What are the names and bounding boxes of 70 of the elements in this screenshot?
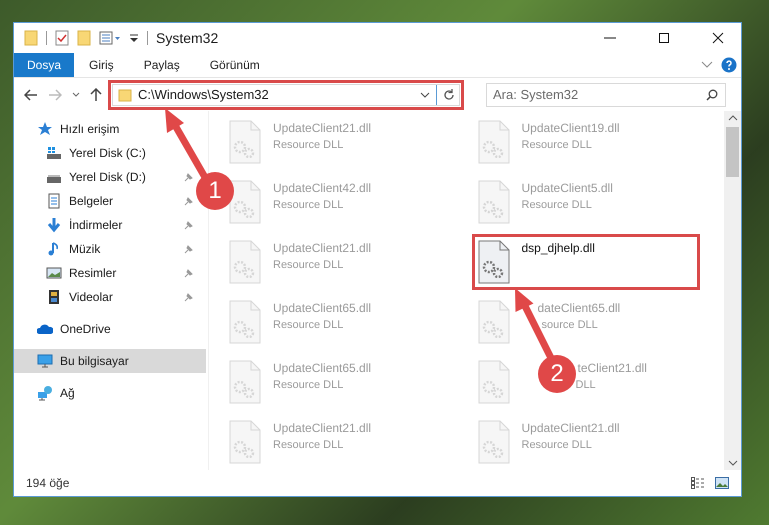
file-gears-icon[interactable] <box>227 180 263 224</box>
pin-icon[interactable] <box>184 244 194 254</box>
pin-icon[interactable] <box>184 220 194 230</box>
network-icon <box>37 385 53 401</box>
pictures-icon <box>46 265 62 281</box>
sidebar-item[interactable]: Belgeler <box>40 189 120 213</box>
file-type: Resource DLL <box>273 138 344 153</box>
dropdown-icon[interactable] <box>129 32 139 44</box>
ribbon-tab[interactable]: Paylaş <box>128 53 195 77</box>
videos-icon <box>46 289 62 305</box>
recent-locations-icon[interactable] <box>72 92 80 98</box>
minimize-icon[interactable] <box>604 37 616 39</box>
pin-icon[interactable] <box>184 292 194 302</box>
sidebar-item[interactable]: OneDrive <box>31 317 117 341</box>
sidebar-item[interactable]: Hızlı erişim <box>31 117 126 141</box>
file-type: Resource DLL <box>273 438 344 453</box>
folder-icon[interactable] <box>77 30 91 46</box>
maximize-icon[interactable] <box>658 32 670 44</box>
chevron-down-icon[interactable] <box>420 92 430 98</box>
sidebar-item[interactable]: Resimler <box>40 261 122 285</box>
documents-icon <box>46 193 62 209</box>
file-type: Resource DLL <box>273 198 344 213</box>
refresh-icon[interactable] <box>443 88 455 100</box>
pin-icon[interactable] <box>184 196 194 206</box>
file-type: DLL <box>576 378 596 393</box>
address-path: C:\Windows\System32 <box>138 86 270 104</box>
help-icon[interactable] <box>721 57 737 73</box>
up-icon[interactable] <box>90 88 102 102</box>
pin-icon[interactable] <box>184 268 194 278</box>
properties-icon[interactable] <box>99 31 121 45</box>
close-icon[interactable] <box>712 32 724 44</box>
details-view-icon[interactable] <box>691 477 707 489</box>
file-tab[interactable]: Dosya <box>14 53 74 77</box>
ribbon-tab[interactable]: Görünüm <box>194 53 275 77</box>
back-icon[interactable] <box>24 88 38 100</box>
file-type: Resource DLL <box>273 378 344 393</box>
sidebar-item[interactable]: Bu bilgisayar <box>14 349 206 373</box>
scrollbar-thumb[interactable] <box>726 127 739 177</box>
sidebar-item[interactable]: Videolar <box>40 285 119 309</box>
address-bar[interactable]: C:\Windows\System32 <box>112 84 460 106</box>
checklist-icon[interactable] <box>55 30 69 46</box>
file-gears-icon[interactable] <box>476 240 512 284</box>
sidebar-item[interactable]: Müzik <box>40 237 106 261</box>
sidebar-item[interactable]: Yerel Disk (C:) <box>40 141 152 165</box>
sidebar-item[interactable]: İndirmeler <box>40 213 128 237</box>
file-type: Resource DLL <box>273 318 344 333</box>
file-type: Resource DLL <box>522 198 592 213</box>
window-title: System32 <box>156 28 218 48</box>
folder-icon[interactable] <box>24 30 38 46</box>
file-type: Resource DLL <box>522 138 592 153</box>
file-type: Resource DLL <box>522 438 592 453</box>
scroll-down-icon[interactable] <box>728 460 738 466</box>
star-icon <box>37 121 53 137</box>
scrollbar[interactable] <box>724 111 741 470</box>
computer-icon <box>37 353 53 369</box>
downloads-icon <box>46 217 62 233</box>
ribbon-tab[interactable]: Giriş <box>74 53 129 77</box>
file-type: source DLL <box>542 318 598 333</box>
pin-icon[interactable] <box>184 172 194 182</box>
sidebar-item[interactable]: Ağ <box>31 381 81 405</box>
file-type: Resource DLL <box>273 258 344 273</box>
file-name[interactable]: dsp_djhelp.dll <box>522 239 595 257</box>
drive-windows-icon <box>46 145 62 161</box>
sidebar-item[interactable]: Yerel Disk (D:) <box>40 165 152 189</box>
item-count: 194 öğe <box>26 475 70 492</box>
large-icons-view-icon[interactable] <box>715 477 729 489</box>
search-field[interactable]: Ara: System32 <box>486 82 726 106</box>
forward-icon[interactable] <box>48 88 62 100</box>
scroll-up-icon[interactable] <box>728 115 738 121</box>
folder-icon <box>118 88 132 102</box>
